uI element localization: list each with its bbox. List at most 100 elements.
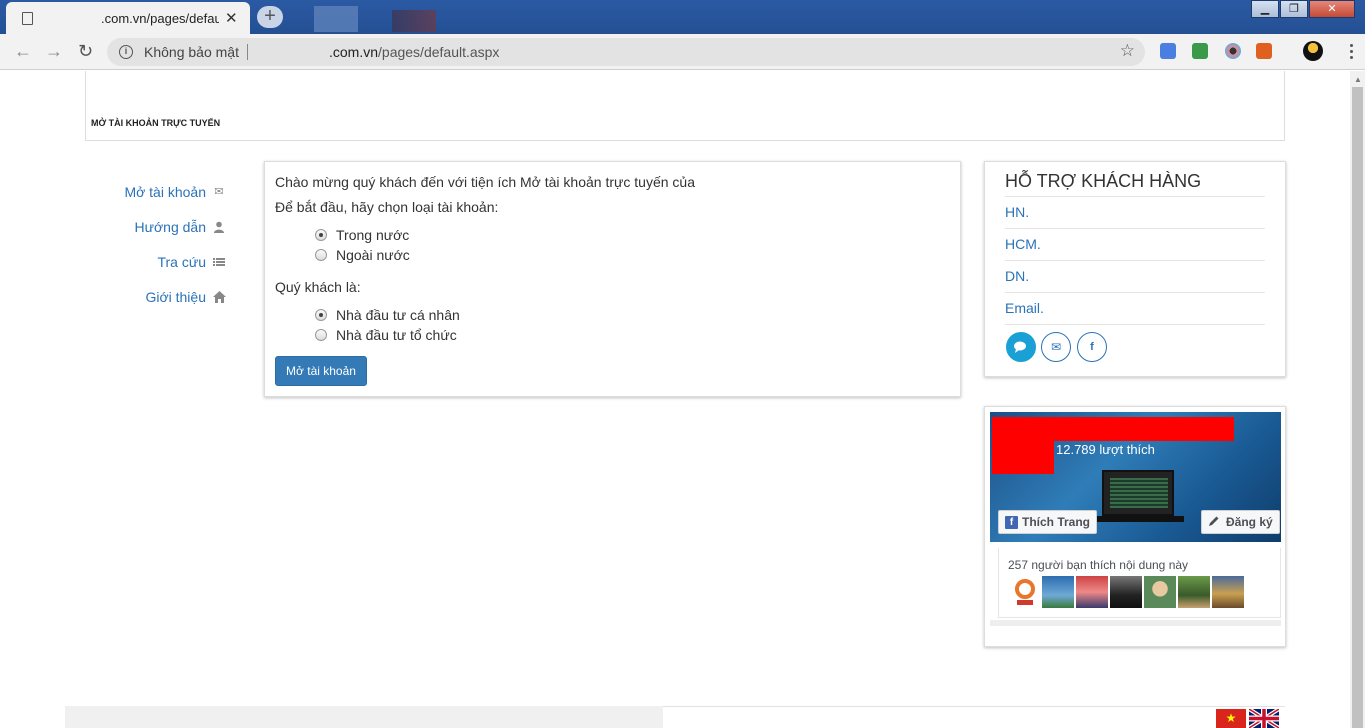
radio-domestic[interactable]: Trong nước <box>315 227 409 243</box>
facebook-widget-footer <box>990 620 1281 626</box>
friend-avatar[interactable] <box>1076 576 1108 608</box>
bookmark-star-icon[interactable]: ☆ <box>1120 41 1135 61</box>
friend-avatar[interactable] <box>1144 576 1176 608</box>
forward-arrow-icon[interactable]: → <box>45 42 63 60</box>
page-footer <box>65 706 663 728</box>
open-account-panel: Chào mừng quý khách đến với tiện ích Mở … <box>264 161 961 397</box>
page-icon <box>22 11 33 25</box>
friend-avatar[interactable] <box>1178 576 1210 608</box>
new-tab-button[interactable]: + <box>257 6 283 28</box>
tab-close-icon[interactable]: ✕ <box>225 9 238 27</box>
page-scrollbar[interactable]: ▲ <box>1350 71 1365 728</box>
address-bar[interactable]: i Không bảo mật .com.vn/pages/default.as… <box>107 38 1145 66</box>
investor-type-prompt: Quý khách là: <box>275 279 361 295</box>
radio-label: Trong nước <box>336 227 410 243</box>
sidebar-item-about[interactable]: Giới thiệu <box>85 279 226 314</box>
uk-flag-icon[interactable] <box>1247 707 1281 728</box>
browser-menu-icon[interactable] <box>1350 44 1354 62</box>
radio-label: Nhà đầu tư tổ chức <box>336 327 457 343</box>
browser-titlebar: .com.vn/pages/defau ✕ + ▁ ❐ ✕ <box>0 0 1365 34</box>
sidebar-item-label: Giới thiệu <box>145 288 206 305</box>
browser-tab[interactable]: .com.vn/pages/defau ✕ <box>6 2 250 34</box>
laptop-illustration <box>1102 470 1174 516</box>
friends-like-text: 257 người bạn thích nội dung này <box>1008 558 1189 572</box>
sidebar-item-label: Tra cứu <box>157 253 206 270</box>
url-domain: .com.vn <box>329 44 379 60</box>
support-divider <box>1005 324 1265 325</box>
vietnam-flag-icon[interactable]: ★ <box>1216 709 1246 728</box>
sidebar-item-label: Mở tài khoản <box>124 183 206 200</box>
profile-avatar[interactable] <box>1303 41 1323 61</box>
radio-button[interactable] <box>315 229 327 241</box>
welcome-text: Chào mừng quý khách đến với tiện ích Mở … <box>275 174 695 190</box>
browser-toolbar: ← → ↻ i Không bảo mật .com.vn/pages/defa… <box>0 34 1365 70</box>
scroll-up-arrow-icon[interactable]: ▲ <box>1354 75 1362 84</box>
reload-icon[interactable]: ↻ <box>78 42 93 60</box>
scrollbar-thumb[interactable] <box>1352 87 1363 728</box>
sidebar-nav: Mở tài khoản ✉ Hướng dẫn Tra cứu Giới th… <box>85 174 226 314</box>
tab-title: .com.vn/pages/defau <box>101 10 219 26</box>
facebook-like-page-button[interactable]: f Thích Trang <box>998 510 1098 534</box>
extension-icon[interactable] <box>1192 43 1208 59</box>
page-header: MỞ TÀI KHOẢN TRỰC TUYẾN <box>85 71 1285 141</box>
radio-institutional-investor[interactable]: Nhà đầu tư tổ chức <box>315 327 457 343</box>
radio-button[interactable] <box>315 329 327 341</box>
info-icon[interactable]: i <box>119 45 133 59</box>
radio-button[interactable] <box>315 309 327 321</box>
radio-label: Ngoài nước <box>336 247 410 263</box>
page-viewport: MỞ TÀI KHOẢN TRỰC TUYẾN Mở tài khoản ✉ H… <box>0 71 1350 728</box>
pencil-icon <box>1208 515 1220 530</box>
radio-individual-investor[interactable]: Nhà đầu tư cá nhân <box>315 307 460 323</box>
facebook-icon[interactable]: f <box>1077 332 1107 362</box>
close-window-button[interactable]: ✕ <box>1309 0 1355 18</box>
translate-extension-icon[interactable] <box>1160 43 1176 59</box>
friend-avatar[interactable] <box>1110 576 1142 608</box>
facebook-page-widget: 12.789 lượt thích f Thích Trang Đăng ký … <box>984 406 1286 647</box>
email-icon[interactable]: ✉ <box>1041 332 1071 362</box>
radio-button[interactable] <box>315 249 327 261</box>
redaction-block <box>992 417 1234 441</box>
minimize-button[interactable]: ▁ <box>1251 0 1279 18</box>
user-icon <box>213 221 225 233</box>
sidebar-item-open-account[interactable]: Mở tài khoản ✉ <box>85 174 225 209</box>
radio-label: Nhà đầu tư cá nhân <box>336 307 460 323</box>
blurred-tab-thumbnail <box>392 10 436 32</box>
window-controls: ▁ ❐ ✕ <box>1250 0 1355 18</box>
friend-avatar[interactable] <box>1009 576 1041 608</box>
maximize-button[interactable]: ❐ <box>1280 0 1308 18</box>
sidebar-item-label: Hướng dẫn <box>134 218 206 235</box>
sidebar-item-guide[interactable]: Hướng dẫn <box>85 209 225 244</box>
security-label[interactable]: Không bảo mật <box>144 44 239 60</box>
footer-divider <box>663 706 1285 707</box>
chat-icon[interactable] <box>1006 332 1036 362</box>
support-hanoi[interactable]: HN. <box>1005 196 1265 228</box>
support-title: HỖ TRỢ KHÁCH HÀNG <box>1005 171 1202 191</box>
home-icon <box>213 290 226 303</box>
address-separator <box>247 44 248 60</box>
friend-avatar[interactable] <box>1042 576 1074 608</box>
envelope-icon: ✉ <box>214 185 224 198</box>
facebook-friends-box: 257 người bạn thích nội dung này <box>998 548 1281 618</box>
laptop-illustration <box>1092 516 1184 522</box>
customer-support-panel: HỖ TRỢ KHÁCH HÀNG HN. HCM. DN. Email. ✉ … <box>984 161 1286 377</box>
url-path: /pages/default.aspx <box>378 44 500 60</box>
facebook-subscribe-button[interactable]: Đăng ký <box>1201 510 1280 534</box>
support-email[interactable]: Email. <box>1005 292 1265 324</box>
support-danang[interactable]: DN. <box>1005 260 1265 292</box>
facebook-like-count: 12.789 lượt thích <box>1056 442 1155 457</box>
back-arrow-icon[interactable]: ← <box>14 42 32 60</box>
like-page-label: Thích Trang <box>1022 515 1091 529</box>
extension-icon[interactable] <box>1225 43 1241 59</box>
sidebar-item-lookup[interactable]: Tra cứu <box>85 244 225 279</box>
radio-foreign[interactable]: Ngoài nước <box>315 247 410 263</box>
facebook-logo-icon: f <box>1005 515 1018 529</box>
choose-account-prompt: Để bắt đầu, hãy chọn loại tài khoản: <box>275 199 499 215</box>
blurred-tab-thumbnail <box>314 6 358 32</box>
url-text[interactable]: .com.vn/pages/default.aspx <box>329 44 499 60</box>
page-title: MỞ TÀI KHOẢN TRỰC TUYẾN <box>91 118 221 128</box>
open-account-button[interactable]: Mở tài khoản <box>275 356 367 386</box>
support-hcm[interactable]: HCM. <box>1005 228 1265 260</box>
facebook-cover-image[interactable]: 12.789 lượt thích f Thích Trang Đăng ký <box>990 412 1281 542</box>
friend-avatar[interactable] <box>1212 576 1244 608</box>
office-extension-icon[interactable] <box>1256 43 1272 59</box>
